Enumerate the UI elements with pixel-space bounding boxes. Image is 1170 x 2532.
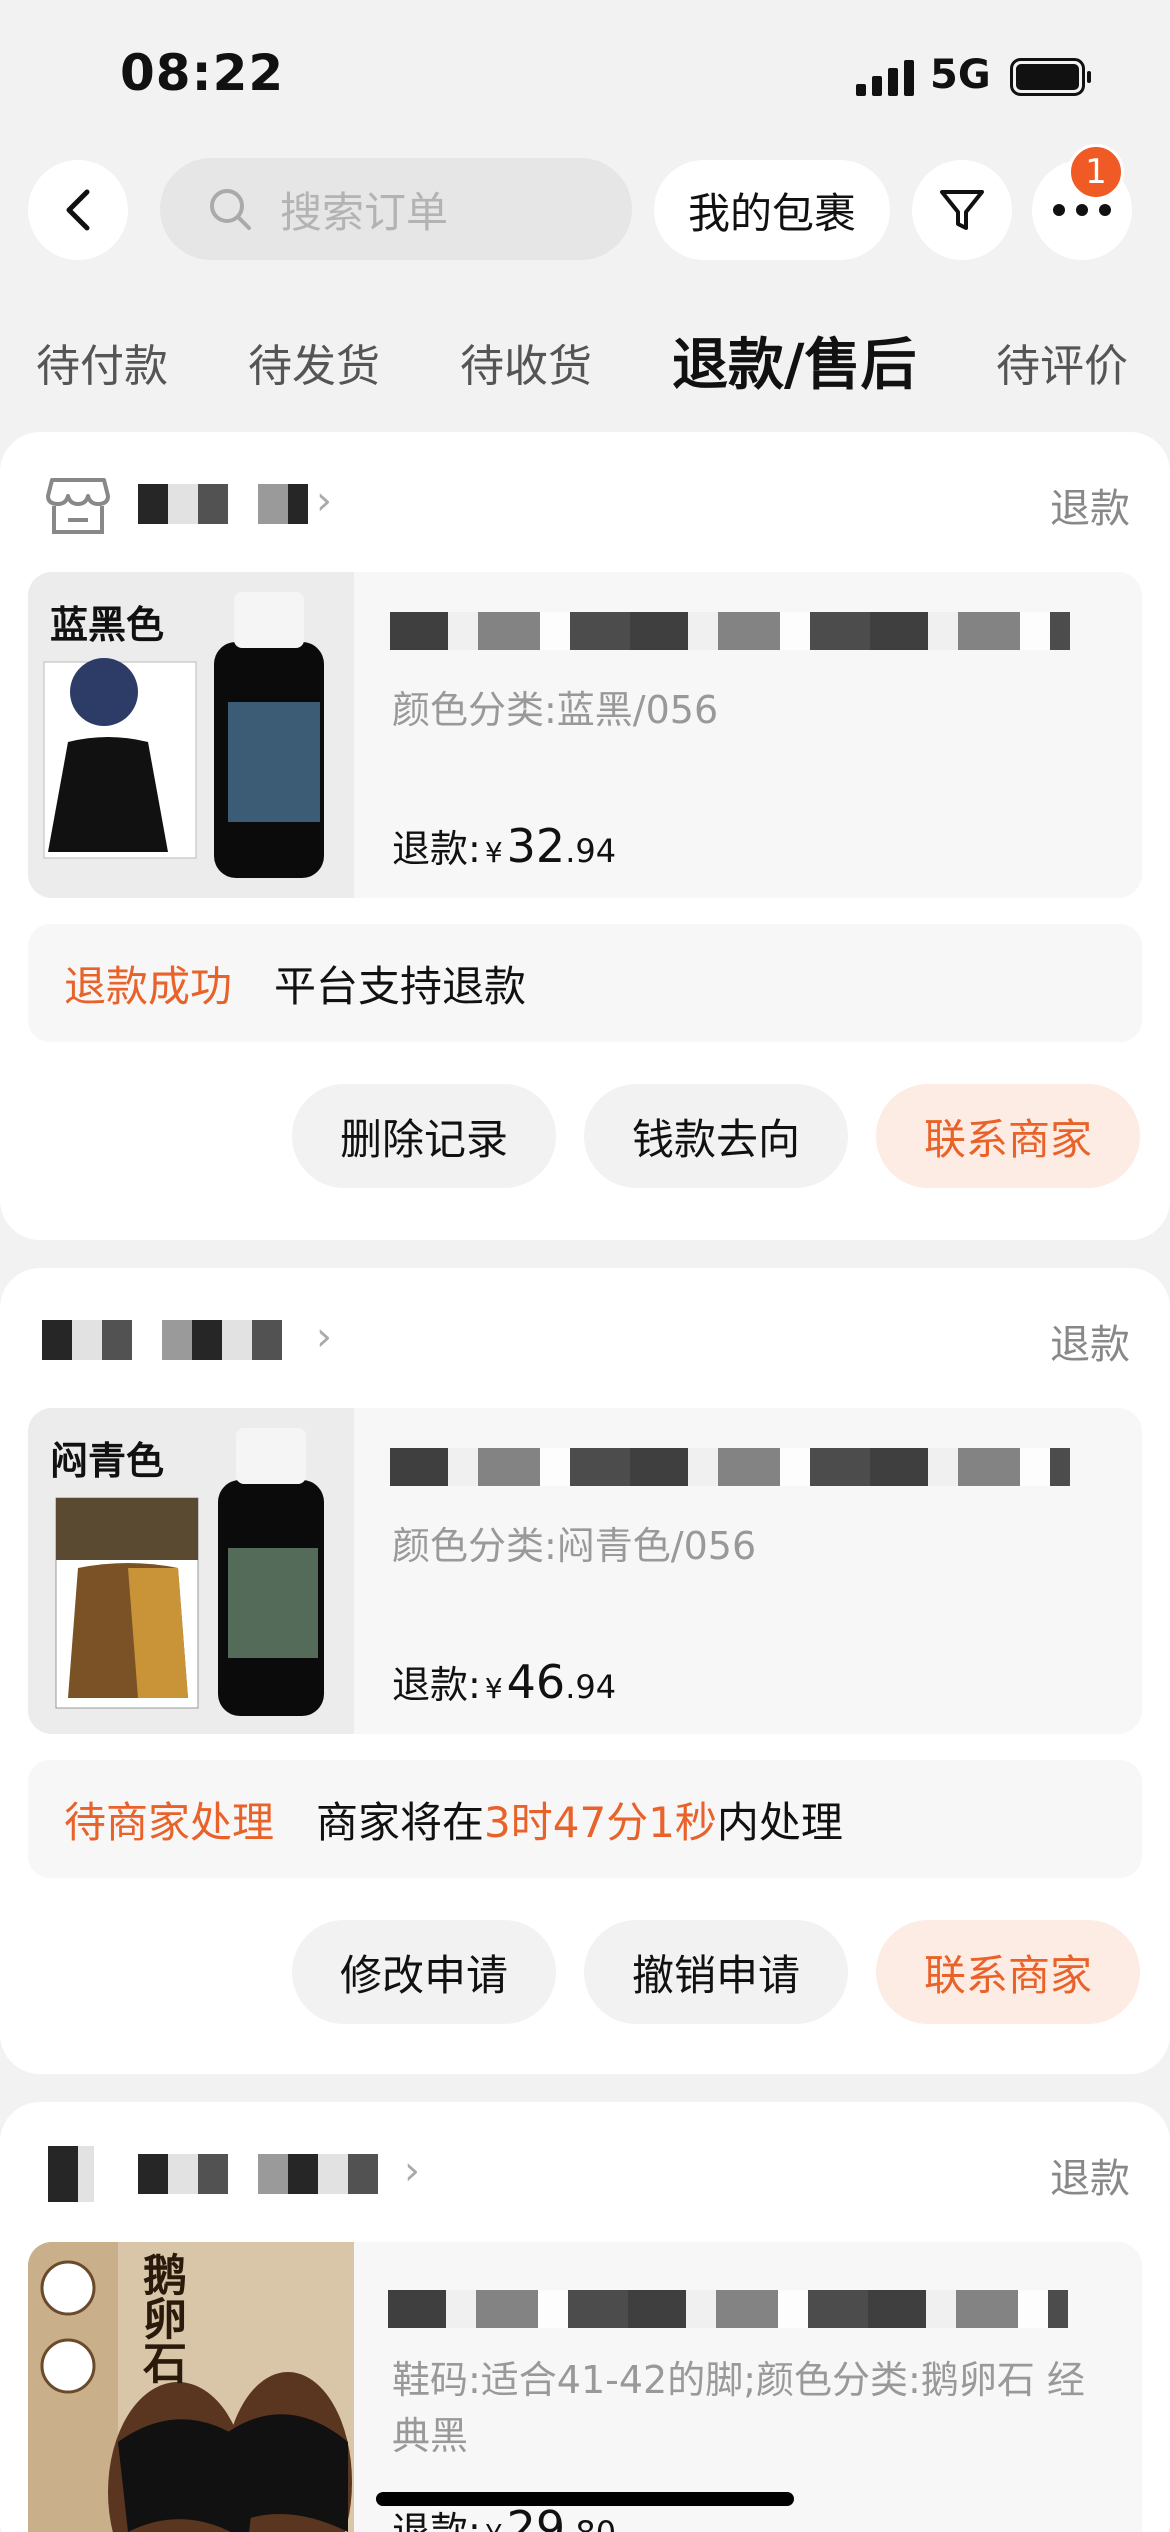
order-status-tag: 退款 bbox=[1050, 1322, 1130, 1368]
network-type: 5G bbox=[930, 52, 991, 98]
home-indicator bbox=[376, 2492, 794, 2506]
amount-decimal: .80 bbox=[565, 2514, 616, 2532]
filter-icon bbox=[940, 190, 984, 230]
order-card: › 退款 鹅卵石 鞋码:适合41-42的脚;颜色分类:鹅卵石 经典黑 退款:¥2… bbox=[0, 2102, 1170, 2532]
contact-seller-button[interactable]: 联系商家 bbox=[876, 1084, 1140, 1188]
more-dots-icon bbox=[1053, 204, 1111, 216]
refund-notice[interactable]: 退款成功 平台支持退款 bbox=[28, 924, 1142, 1042]
notice-prefix: 商家将在 bbox=[316, 1797, 485, 1847]
search-icon bbox=[210, 189, 251, 230]
money-whereabouts-button[interactable]: 钱款去向 bbox=[584, 1084, 848, 1188]
chevron-right-icon: › bbox=[316, 478, 332, 524]
currency-symbol: ¥ bbox=[484, 836, 503, 869]
shop-name-redacted bbox=[138, 2154, 398, 2194]
order-card: › 退款 闷青色 颜色分类:闷青色/056 退款: ¥46.94 待商家处理 商家… bbox=[0, 1268, 1170, 2074]
currency-symbol: ¥ bbox=[484, 1672, 503, 1705]
order-card: › 退款 蓝黑色 颜色分类:蓝黑/056 退款: ¥32.94 退款成功 平台支持… bbox=[0, 432, 1170, 1240]
tab-pending-payment[interactable]: 待付款 bbox=[36, 330, 168, 394]
search-placeholder: 搜索订单 bbox=[280, 187, 449, 237]
amount-integer: 46 bbox=[506, 1655, 566, 1709]
refund-notice[interactable]: 待商家处理 商家将在 3时47分1秒 内处理 bbox=[28, 1760, 1142, 1878]
product-item[interactable]: 蓝黑色 颜色分类:蓝黑/056 退款: ¥32.94 bbox=[28, 572, 1142, 898]
tab-pending-receipt[interactable]: 待收货 bbox=[460, 330, 592, 394]
back-arrow-icon bbox=[66, 189, 90, 231]
back-button[interactable] bbox=[28, 160, 128, 260]
amount-decimal: .94 bbox=[565, 1668, 617, 1706]
product-title-redacted bbox=[390, 1448, 1070, 1486]
product-name-label: 鹅卵石 bbox=[135, 2252, 186, 2384]
shop-icon bbox=[46, 478, 110, 534]
refund-amount: 退款: ¥32.94 bbox=[392, 818, 616, 873]
tab-refund-aftersale[interactable]: 退款/售后 bbox=[672, 320, 916, 401]
tab-pending-review[interactable]: 待评价 bbox=[996, 330, 1128, 394]
my-packages-button[interactable]: 我的包裹 bbox=[654, 160, 890, 260]
status-time: 08:22 bbox=[120, 44, 285, 102]
product-title-redacted bbox=[390, 612, 1070, 650]
delete-record-button[interactable]: 删除记录 bbox=[292, 1084, 556, 1188]
notification-badge: 1 bbox=[1068, 144, 1124, 200]
filter-button[interactable] bbox=[912, 160, 1012, 260]
product-spec: 颜色分类:闷青色/056 bbox=[392, 1524, 757, 1568]
color-label: 闷青色 bbox=[50, 1439, 165, 1483]
refund-label: 退款: bbox=[392, 1663, 481, 1707]
product-item[interactable]: 闷青色 颜色分类:闷青色/056 退款: ¥46.94 bbox=[28, 1408, 1142, 1734]
shop-name-redacted bbox=[138, 484, 308, 524]
product-thumbnail: 蓝黑色 bbox=[28, 572, 354, 898]
signal-icon bbox=[856, 60, 914, 96]
product-spec: 鞋码:适合41-42的脚;颜色分类:鹅卵石 经典黑 bbox=[392, 2358, 1085, 2458]
status-bar: 08:22 5G bbox=[0, 0, 1170, 150]
battery-icon bbox=[1010, 58, 1091, 96]
refund-state: 待商家处理 bbox=[64, 1797, 275, 1847]
cancel-request-button[interactable]: 撤销申请 bbox=[584, 1920, 848, 2024]
notice-suffix: 内处理 bbox=[716, 1797, 843, 1847]
shop-row[interactable]: › 退款 bbox=[0, 1268, 1170, 1408]
chevron-right-icon: › bbox=[316, 1314, 332, 1360]
order-status-tag: 退款 bbox=[1050, 486, 1130, 532]
shop-logo-redacted bbox=[48, 2146, 94, 2202]
countdown-timer: 3时47分1秒 bbox=[484, 1797, 717, 1847]
shop-name-redacted bbox=[42, 1320, 312, 1360]
refund-note: 平台支持退款 bbox=[274, 961, 527, 1011]
refund-label: 退款: bbox=[392, 2509, 481, 2532]
amount-decimal: .94 bbox=[565, 832, 617, 870]
product-spec: 颜色分类:蓝黑/056 bbox=[392, 688, 719, 732]
product-title-redacted bbox=[388, 2290, 1068, 2328]
order-tabs: 待付款 待发货 待收货 退款/售后 待评价 bbox=[0, 300, 1170, 420]
contact-seller-button[interactable]: 联系商家 bbox=[876, 1920, 1140, 2024]
shop-row[interactable]: › 退款 bbox=[0, 2102, 1170, 2242]
product-item[interactable]: 鹅卵石 鞋码:适合41-42的脚;颜色分类:鹅卵石 经典黑 退款:¥29.80 bbox=[28, 2242, 1142, 2532]
tab-pending-shipment[interactable]: 待发货 bbox=[248, 330, 380, 394]
product-thumbnail: 闷青色 bbox=[28, 1408, 354, 1734]
shop-row[interactable]: › 退款 bbox=[0, 432, 1170, 572]
color-label: 蓝黑色 bbox=[50, 603, 165, 647]
product-thumbnail: 鹅卵石 bbox=[28, 2242, 354, 2532]
chevron-right-icon: › bbox=[404, 2148, 420, 2194]
order-status-tag: 退款 bbox=[1050, 2156, 1130, 2202]
refund-label: 退款: bbox=[392, 827, 481, 871]
refund-state: 退款成功 bbox=[64, 961, 233, 1011]
currency-symbol: ¥ bbox=[485, 2518, 503, 2532]
amount-integer: 32 bbox=[506, 819, 566, 873]
refund-amount: 退款: ¥46.94 bbox=[392, 1654, 616, 1709]
modify-request-button[interactable]: 修改申请 bbox=[292, 1920, 556, 2024]
search-input[interactable]: 搜索订单 bbox=[160, 158, 632, 260]
